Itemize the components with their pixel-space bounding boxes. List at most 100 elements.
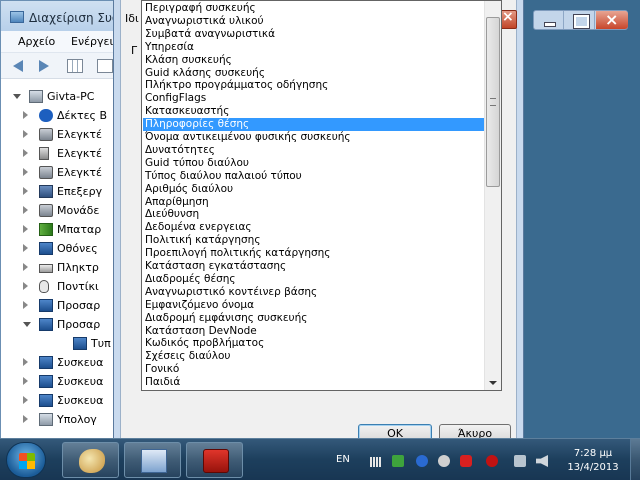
dropdown-option[interactable]: Σχέσεις διαύλου [143, 350, 484, 363]
dropdown-scrollbar[interactable] [484, 1, 501, 390]
dropdown-option[interactable]: Κατάσταση εγκατάστασης [143, 260, 484, 273]
tree-item-label: Πληκτρ [57, 261, 99, 274]
expand-arrow-icon[interactable] [23, 282, 28, 290]
tree-item[interactable]: Δέκτες Β [1, 106, 121, 125]
expand-arrow-icon[interactable] [23, 358, 28, 366]
tree-item[interactable]: Ελεγκτέ [1, 125, 121, 144]
scrollbar-thumb[interactable] [486, 17, 500, 187]
dropdown-option[interactable]: Κωδικός προβλήματος [143, 337, 484, 350]
back-arrow-icon[interactable] [13, 59, 29, 73]
volume-icon[interactable] [536, 455, 548, 467]
dropdown-option[interactable]: Δεδομένα ενεργειας [143, 221, 484, 234]
dropdown-option[interactable]: Προεπιλογή πολιτικής κατάργησης [143, 247, 484, 260]
dropdown-option[interactable]: Κατασκευαστής [143, 105, 484, 118]
maximize-button[interactable] [565, 11, 595, 29]
dropdown-option[interactable]: ConfigFlags [143, 92, 484, 105]
taskbar-toolbox-button[interactable] [186, 442, 243, 478]
expand-arrow-icon[interactable] [23, 111, 28, 119]
satellite-icon[interactable] [514, 455, 526, 467]
expand-arrow-icon[interactable] [23, 377, 28, 385]
bluetooth-tray-icon[interactable] [416, 455, 428, 467]
clock-time: 7:28 μμ [573, 448, 613, 459]
dropdown-option[interactable]: Δυνατότητες [143, 144, 484, 157]
dropdown-option[interactable]: Υπηρεσία [143, 41, 484, 54]
window-title: Διαχείριση Συσκ [29, 11, 127, 25]
taskbar-paint-button[interactable] [62, 442, 119, 478]
dropdown-option[interactable]: Πλήκτρο προγράμματος οδήγησης [143, 79, 484, 92]
tree-item[interactable]: Συσκευα [1, 372, 121, 391]
media-icon[interactable] [486, 455, 498, 467]
properties-icon[interactable] [67, 59, 83, 73]
tree-item[interactable]: Επεξεργ [1, 182, 121, 201]
dropdown-option[interactable]: Κλάση συσκευής [143, 54, 484, 67]
disc-icon[interactable] [438, 455, 450, 467]
expand-arrow-icon[interactable] [23, 149, 28, 157]
dropdown-option[interactable]: Διεύθυνση [143, 208, 484, 221]
dropdown-option[interactable]: Αναγνωριστικά υλικού [143, 15, 484, 28]
battery-icon [39, 223, 53, 236]
dropdown-option[interactable]: Παιδιά [143, 376, 484, 389]
expand-arrow-icon[interactable] [23, 130, 28, 138]
forward-arrow-icon[interactable] [35, 59, 51, 73]
expand-arrow-icon[interactable] [23, 415, 28, 423]
expand-arrow-icon[interactable] [23, 187, 28, 195]
menu-file[interactable]: Αρχείο [18, 35, 55, 48]
antivirus-icon[interactable] [460, 455, 472, 467]
close-button[interactable] [596, 10, 628, 29]
tree-item[interactable]: Πληκτρ [1, 258, 121, 277]
expand-arrow-icon[interactable] [23, 244, 28, 252]
language-indicator[interactable]: EN [336, 454, 350, 465]
tree-item[interactable]: Ελεγκτέ [1, 144, 121, 163]
tree-item[interactable]: Τυπ [1, 334, 121, 353]
dropdown-option[interactable]: Περιγραφή συσκευής [143, 2, 484, 15]
tree-item[interactable]: Μπαταρ [1, 220, 121, 239]
dropdown-option[interactable]: Αναγνωριστικό κοντέινερ βάσης [143, 286, 484, 299]
tree-item[interactable]: Ελεγκτέ [1, 163, 121, 182]
dropdown-option[interactable]: Πολιτική κατάργησης [143, 234, 484, 247]
minimize-button[interactable] [534, 11, 564, 29]
expand-arrow-icon[interactable] [23, 168, 28, 176]
network-signal-icon[interactable] [370, 457, 382, 467]
property-dropdown-list[interactable]: Παιδιά Γονικό Σχέσεις διαύλου Κωδικός προβλ… [141, 0, 502, 391]
tree-item[interactable]: Προσαρ [1, 315, 121, 334]
tree-item[interactable]: Ποντίκι [1, 277, 121, 296]
expand-arrow-icon[interactable] [23, 301, 28, 309]
expand-arrow-icon[interactable] [23, 206, 28, 214]
collapse-arrow-icon[interactable] [13, 94, 21, 99]
collapse-arrow-icon[interactable] [23, 322, 31, 327]
dropdown-option[interactable]: Τύπος διαύλου παλαιού τύπου [143, 170, 484, 183]
tree-item[interactable]: Οθόνες [1, 239, 121, 258]
dropdown-option[interactable]: Διαδρομή εμφάνισης συσκευής [143, 312, 484, 325]
start-button[interactable] [6, 442, 46, 478]
toolbox-icon [203, 449, 229, 473]
dropdown-option[interactable]: Όνομα αντικειμένου φυσικής συσκευής [143, 131, 484, 144]
dropdown-option[interactable]: Απαρίθμηση [143, 196, 484, 209]
tree-item[interactable]: Μονάδε [1, 201, 121, 220]
dropdown-option[interactable]: Συμβατά αναγνωριστικά [143, 28, 484, 41]
dropdown-option[interactable]: Κατάσταση DevNode [143, 325, 484, 338]
network-adapter-icon [39, 318, 53, 331]
dropdown-option[interactable]: Γονικό [143, 363, 484, 376]
tab-details[interactable]: Ιδι [125, 12, 139, 25]
tree-item[interactable]: Προσαρ [1, 296, 121, 315]
tree-item[interactable]: Συσκευα [1, 391, 121, 410]
dropdown-option[interactable]: Αριθμός διαύλου [143, 183, 484, 196]
dropdown-option-selected[interactable]: Πληροφορίες θέσης [143, 118, 484, 132]
dropdown-option[interactable]: Διαδρομές θέσης [143, 273, 484, 286]
dropdown-option[interactable]: Εμφανιζόμενο όνομα [143, 299, 484, 312]
taskbar-device-manager-button[interactable] [124, 442, 181, 478]
tree-item[interactable]: Υπολογ [1, 410, 121, 429]
expand-arrow-icon[interactable] [23, 396, 28, 404]
show-desktop-button[interactable] [630, 439, 640, 480]
help-icon[interactable] [97, 59, 113, 73]
tree-item-label: Ελεγκτέ [57, 147, 102, 160]
sync-icon[interactable] [392, 455, 404, 467]
clock[interactable]: 7:28 μμ 13/4/2013 [561, 447, 625, 475]
scroll-down-arrow-icon[interactable] [489, 381, 497, 385]
dropdown-option[interactable]: Guid κλάσης συσκευής [143, 67, 484, 80]
tree-root[interactable]: Givta-PC [1, 87, 121, 106]
expand-arrow-icon[interactable] [23, 263, 28, 271]
expand-arrow-icon[interactable] [23, 225, 28, 233]
tree-item[interactable]: Συσκευα [1, 353, 121, 372]
dropdown-option[interactable]: Guid τύπου διαύλου [143, 157, 484, 170]
